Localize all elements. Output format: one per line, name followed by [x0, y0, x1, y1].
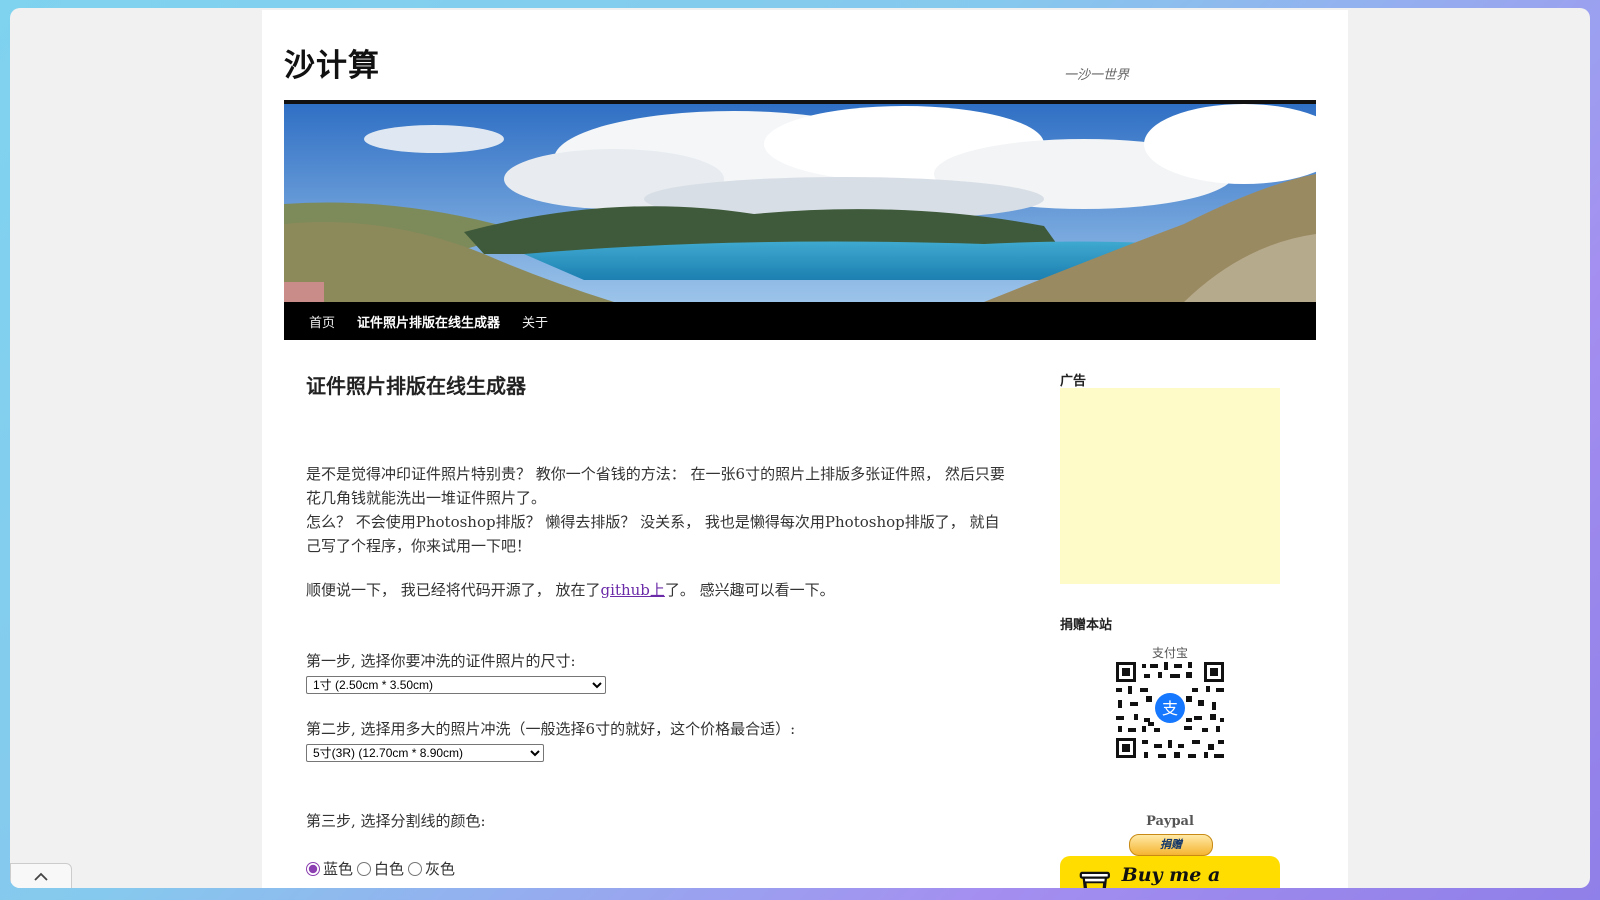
color-radio-gray[interactable] — [408, 861, 423, 876]
alipay-qr-code: 支 — [1114, 660, 1226, 760]
intro-paragraph-2: 怎么？ 不会使用Photoshop排版？ 懒得去排版？ 没关系， 我也是懒得每次… — [306, 513, 1000, 555]
intro-paragraph-1: 是不是觉得冲印证件照片特别贵？ 教你一个省钱的方法： 在一张6寸的照片上排版多张… — [306, 465, 1005, 507]
color-label-blue[interactable]: 蓝色 — [323, 858, 353, 879]
svg-text:支: 支 — [1162, 699, 1178, 718]
browser-window: 沙计算 一沙一世界 首页 证件照片排版在线生成器 关于 证件照片排版在线生成器 … — [10, 8, 1590, 888]
step1-label: 第一步, 选择你要冲洗的证件照片的尺寸: — [306, 652, 576, 670]
divider-color-options: 蓝色 白色 灰色 — [306, 858, 459, 879]
photo-size-select[interactable]: 1寸 (2.50cm * 3.50cm) — [306, 676, 606, 694]
header-banner-image — [284, 104, 1316, 302]
alipay-label: 支付宝 — [1151, 646, 1188, 660]
color-radio-blue[interactable] — [306, 861, 320, 876]
entry-title: 证件照片排版在线生成器 — [306, 374, 526, 398]
print-size-select[interactable]: 5寸(3R) (12.70cm * 8.90cm) — [306, 744, 544, 762]
coffee-cup-icon — [1079, 871, 1110, 888]
buy-me-a-coffee-label: Buy me a coffee — [1121, 864, 1221, 888]
collapse-toggle[interactable] — [10, 863, 72, 888]
main-nav: 首页 证件照片排版在线生成器 关于 — [284, 302, 1316, 340]
paypal-label: Paypal — [1146, 814, 1194, 829]
github-link[interactable]: github上 — [601, 581, 665, 599]
step2-label: 第二步, 选择用多大的照片冲洗（一般选择6寸的就好，这个价格最合适）: — [306, 720, 796, 738]
buy-me-a-coffee-button[interactable]: Buy me a coffee — [1060, 856, 1280, 888]
intro-paragraph-3: 顺便说一下， 我已经将代码开源了， 放在了github上了。 感兴趣可以看一下。 — [306, 578, 1006, 602]
nav-item-id-photo-generator[interactable]: 证件照片排版在线生成器 — [346, 312, 511, 331]
main-content: 证件照片排版在线生成器 是不是觉得冲印证件照片特别贵？ 教你一个省钱的方法： 在… — [306, 370, 1006, 878]
site-title[interactable]: 沙计算 — [284, 40, 380, 85]
ad-widget-title: 广告 — [1060, 374, 1087, 389]
nav-item-home[interactable]: 首页 — [284, 312, 346, 331]
donate-widget-title: 捐赠本站 — [1060, 618, 1113, 633]
step3-label: 第三步, 选择分割线的颜色: — [306, 812, 486, 830]
intro-open-source-text: 顺便说一下， 我已经将代码开源了， 放在了 — [306, 581, 601, 599]
color-radio-white[interactable] — [357, 861, 372, 876]
chevron-up-icon — [34, 872, 48, 881]
nav-item-about[interactable]: 关于 — [511, 312, 559, 331]
site-tagline: 一沙一世界 — [1064, 68, 1130, 83]
color-label-gray[interactable]: 灰色 — [425, 858, 455, 879]
page-container: 沙计算 一沙一世界 首页 证件照片排版在线生成器 关于 证件照片排版在线生成器 … — [262, 10, 1348, 888]
paypal-donate-button[interactable]: 捐赠 — [1129, 834, 1213, 856]
intro-interest-text: 了。 感兴趣可以看一下。 — [664, 581, 835, 599]
ad-placeholder[interactable] — [1060, 388, 1280, 584]
color-label-white[interactable]: 白色 — [374, 858, 404, 879]
